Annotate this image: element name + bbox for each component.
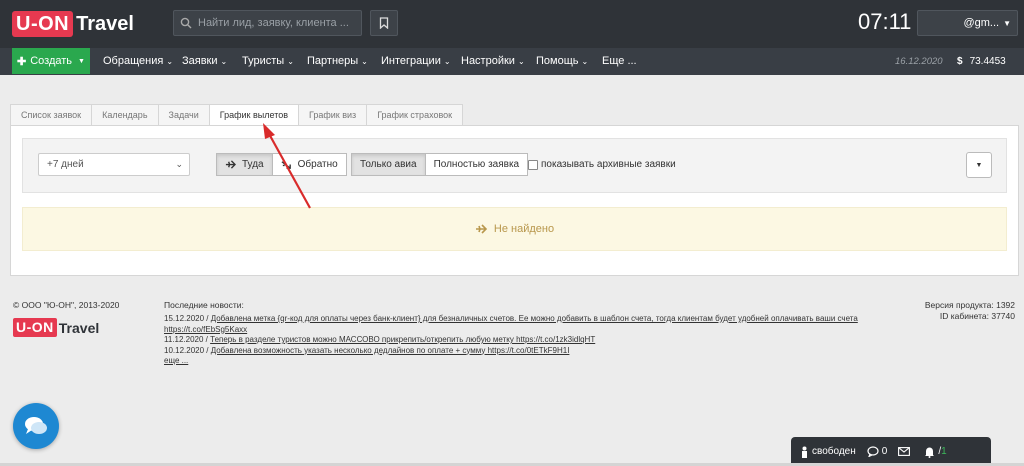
tab-orders-list[interactable]: Список заявок [10, 104, 93, 126]
period-value: +7 дней [47, 159, 84, 170]
mode-toggle: Только авиа Полностью заявка [351, 153, 529, 176]
news-item: 10.12.2020 / Добавлена возможность указа… [164, 346, 864, 357]
plane-icon [225, 160, 236, 169]
bookmark-icon [379, 17, 389, 29]
news-item: 15.12.2020 / Добавлена метка {qr-код для… [164, 314, 864, 335]
archive-toggle[interactable]: показывать архивные заявки [528, 159, 676, 170]
news-title: Последние новости: [164, 300, 244, 310]
filter-bar: +7 дней ⌄ Туда Обратно Только авиа Полно… [22, 138, 1007, 193]
copyright: © ООО "Ю-ОН", 2013-2020 [13, 300, 120, 310]
nav-label: Помощь [536, 55, 579, 67]
mode-air-only-button[interactable]: Только авиа [351, 153, 426, 176]
news-link[interactable]: Добавлена метка {qr-код для оплаты через… [164, 314, 858, 334]
mail-button[interactable] [898, 447, 913, 456]
nav-label: Обращения [103, 55, 164, 67]
logo-badge: U-ON [12, 11, 74, 37]
operator-status-bar: свободен 0 / 1 [791, 437, 991, 466]
nav-label: Туристы [242, 55, 285, 67]
bell-icon [925, 447, 935, 458]
notifications-counter[interactable]: / 1 [924, 446, 947, 458]
plane-icon [475, 224, 487, 234]
nav-item-settings[interactable]: Настройки ⌄ [461, 48, 525, 75]
nav-label: Интеграции [381, 55, 441, 67]
notifications-b: 1 [941, 446, 947, 457]
footer-logo-word: Travel [58, 319, 100, 336]
archive-label: показывать архивные заявки [541, 159, 676, 170]
nav-label: Еще ... [602, 55, 637, 67]
news-link[interactable]: Добавлена возможность указать несколько … [211, 346, 570, 355]
tab-tasks[interactable]: Задачи [157, 104, 210, 126]
nav-item-help[interactable]: Помощь ⌄ [536, 48, 588, 75]
search-input[interactable] [198, 17, 348, 29]
bookmark-button[interactable] [370, 10, 398, 36]
footer-logo: U-ON Travel [13, 318, 99, 337]
caret-down-icon: ▼ [78, 57, 85, 65]
user-email: @gm... [963, 17, 1000, 29]
nav-label: Партнеры [307, 55, 359, 67]
period-select[interactable]: +7 дней ⌄ [38, 153, 190, 176]
news-date: 15.12.2020 / [164, 314, 209, 323]
create-button[interactable]: ✚ Создать ▼ [12, 48, 90, 74]
nav-item-integrations[interactable]: Интеграции ⌄ [381, 48, 451, 75]
chat-widget-button[interactable] [13, 403, 59, 449]
empty-message: Не найдено [493, 223, 555, 235]
search-icon [180, 17, 192, 29]
chevron-down-icon: ⌄ [517, 57, 525, 66]
chevron-down-icon: ⌄ [443, 57, 451, 66]
departures-panel: +7 дней ⌄ Туда Обратно Только авиа Полно… [10, 125, 1019, 276]
tab-calendar[interactable]: Календарь [91, 104, 159, 126]
archive-checkbox[interactable] [528, 159, 538, 170]
news-link[interactable]: Теперь в разделе туристов можно МАССОВО … [210, 335, 595, 344]
chevron-down-icon: ⌄ [581, 57, 589, 66]
plus-icon: ✚ [17, 55, 27, 68]
cabinet-id: ID кабинета: 37740 [939, 311, 1015, 321]
annotation-arrow [263, 123, 311, 209]
tab-bar: Список заявок Календарь Задачи График вы… [10, 104, 464, 127]
nav-item-tourists[interactable]: Туристы ⌄ [242, 48, 294, 75]
nav-item-requests[interactable]: Обращения ⌄ [103, 48, 173, 75]
chats-count: 0 [881, 446, 888, 457]
nav-label: Настройки [461, 55, 515, 67]
news-item: 11.12.2020 / Теперь в разделе туристов м… [164, 335, 864, 346]
mode-full-order-button[interactable]: Полностью заявка [424, 153, 529, 176]
clock: 07:11 [858, 9, 912, 34]
user-menu[interactable]: @gm... ▼ [917, 10, 1018, 36]
caret-down-icon: ▼ [975, 161, 983, 169]
global-search[interactable] [173, 10, 362, 36]
tab-insurance[interactable]: График страховок [366, 104, 464, 126]
nav-date: 16.12.2020 [895, 56, 943, 67]
operator-status[interactable]: свободен [800, 446, 856, 458]
app-logo[interactable]: U-ON Travel [12, 10, 134, 38]
caret-down-icon: ▼ [1003, 18, 1011, 28]
chat-icon [25, 417, 47, 434]
news-list: 15.12.2020 / Добавлена метка {qr-код для… [164, 314, 864, 367]
nav-item-partners[interactable]: Партнеры ⌄ [307, 48, 368, 75]
comment-icon [867, 446, 879, 457]
nav-label: Заявки [182, 55, 218, 67]
rate-value: 73.4453 [969, 56, 1006, 67]
news-more-link[interactable]: еще ... [164, 356, 864, 367]
logo-word: Travel [76, 12, 134, 35]
status-label: свободен [812, 446, 856, 457]
chevron-down-icon: ⌄ [166, 57, 174, 66]
version-info: Версия продукта: 1392 ID кабинета: 37740 [925, 300, 1015, 322]
chevron-down-icon: ⌄ [361, 57, 368, 66]
nav-item-orders[interactable]: Заявки ⌄ [182, 48, 227, 75]
chevron-down-icon: ⌄ [220, 57, 228, 66]
footer-logo-badge: U-ON [13, 318, 57, 337]
chats-counter[interactable]: 0 [867, 446, 888, 457]
envelope-icon [898, 447, 911, 456]
chevron-down-icon: ⌄ [287, 57, 294, 66]
dollar-icon: $ [957, 56, 963, 67]
nav-item-more[interactable]: Еще ... [602, 48, 637, 75]
product-version: Версия продукта: 1392 [924, 300, 1015, 310]
chevron-down-icon: ⌄ [175, 159, 183, 169]
currency-rate: $73.4453 [957, 48, 1006, 75]
person-icon [802, 446, 807, 458]
options-dropdown-button[interactable]: ▼ [966, 152, 992, 178]
empty-state-alert: Не найдено [22, 207, 1007, 251]
news-date: 11.12.2020 / [164, 335, 208, 344]
create-label: Создать [30, 55, 73, 67]
news-date: 10.12.2020 / [164, 345, 209, 355]
